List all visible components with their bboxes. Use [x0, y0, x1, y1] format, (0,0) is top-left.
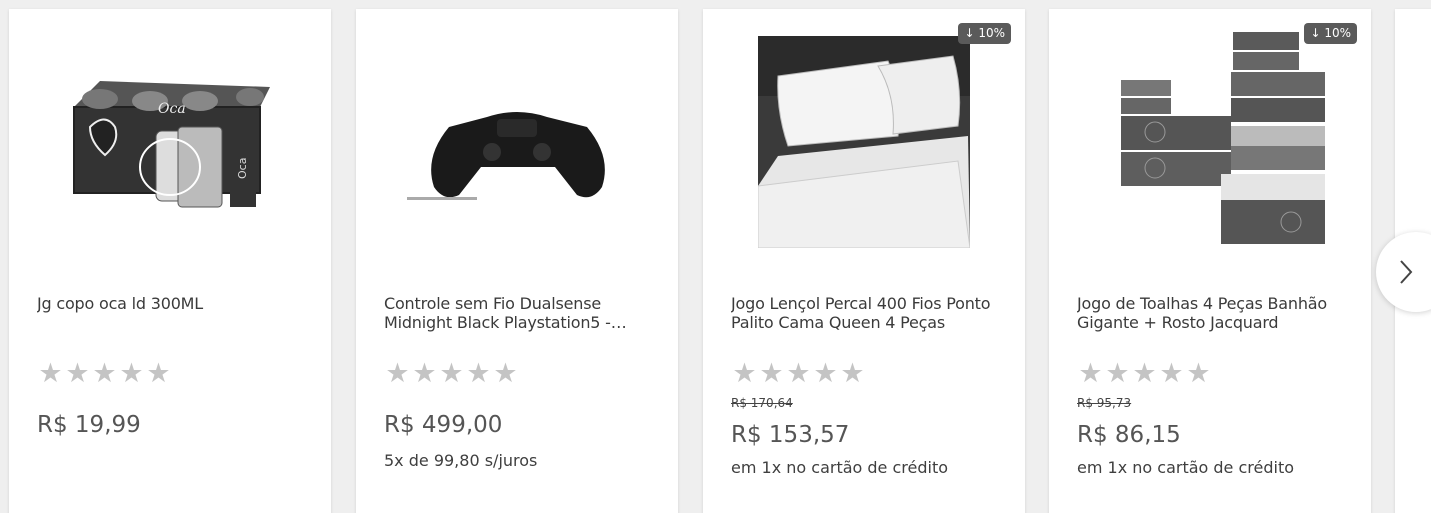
- discount-badge: ↓ 10%: [958, 23, 1011, 44]
- price: R$ 153,57: [731, 422, 850, 448]
- star-icon: ★: [493, 358, 518, 389]
- star-rating: ★ ★ ★ ★ ★: [37, 360, 172, 387]
- star-icon: ★: [412, 358, 437, 389]
- star-icon: ★: [439, 358, 464, 389]
- installments: em 1x no cartão de crédito: [1077, 458, 1295, 477]
- star-rating: ★ ★ ★ ★ ★: [731, 360, 866, 387]
- star-icon: ★: [1159, 358, 1184, 389]
- svg-text:Oca: Oca: [236, 158, 249, 179]
- product-card[interactable]: ↓ 10% Jogo Lençol Percal 400 Fios Ponto …: [703, 9, 1025, 513]
- price: R$ 86,15: [1077, 422, 1181, 448]
- star-icon: ★: [840, 358, 865, 389]
- product-title[interactable]: Jogo Lençol Percal 400 Fios Ponto Palito…: [731, 294, 999, 332]
- product-card[interactable]: ↓ 10% Jogo de Toalhas 4 Peças Banhão Gig…: [1049, 9, 1371, 513]
- star-icon: ★: [813, 358, 838, 389]
- product-image[interactable]: [723, 27, 1005, 257]
- star-icon: ★: [1132, 358, 1157, 389]
- glass-set-image: Oca Oca: [73, 81, 270, 208]
- product-image[interactable]: [1069, 27, 1351, 257]
- installments: 5x de 99,80 s/juros: [384, 451, 538, 470]
- product-carousel: Oca Oca Jg copo oca ld 300ML ★ ★ ★ ★ ★ R…: [0, 0, 1431, 513]
- star-rating: ★ ★ ★ ★ ★: [384, 360, 519, 387]
- product-title[interactable]: Jg copo oca ld 300ML: [37, 294, 305, 313]
- product-title[interactable]: Jogo de Toalhas 4 Peças Banhão Gigante +…: [1077, 294, 1345, 332]
- star-icon: ★: [146, 358, 171, 389]
- star-icon: ★: [1078, 358, 1103, 389]
- towel-set-image: [1121, 32, 1325, 244]
- installments: em 1x no cartão de crédito: [731, 458, 949, 477]
- next-button[interactable]: [1376, 232, 1431, 312]
- star-icon: ★: [38, 358, 63, 389]
- star-icon: ★: [759, 358, 784, 389]
- product-title[interactable]: Controle sem Fio Dualsense Midnight Blac…: [384, 294, 652, 332]
- star-icon: ★: [466, 358, 491, 389]
- svg-text:Oca: Oca: [158, 101, 186, 117]
- star-icon: ★: [1105, 358, 1130, 389]
- star-icon: ★: [385, 358, 410, 389]
- star-icon: ★: [119, 358, 144, 389]
- product-card[interactable]: Controle sem Fio Dualsense Midnight Blac…: [356, 9, 678, 513]
- controller-image: [407, 112, 605, 200]
- star-icon: ★: [786, 358, 811, 389]
- star-icon: ★: [65, 358, 90, 389]
- bedsheet-image: [758, 36, 970, 248]
- product-card[interactable]: Oca Oca Jg copo oca ld 300ML ★ ★ ★ ★ ★ R…: [9, 9, 331, 513]
- price: R$ 19,99: [37, 412, 141, 438]
- star-icon: ★: [92, 358, 117, 389]
- old-price: R$ 170,64: [731, 396, 793, 410]
- product-image[interactable]: [376, 27, 658, 257]
- discount-badge: ↓ 10%: [1304, 23, 1357, 44]
- star-rating: ★ ★ ★ ★ ★: [1077, 360, 1212, 387]
- star-icon: ★: [732, 358, 757, 389]
- product-image[interactable]: Oca Oca: [29, 27, 311, 257]
- old-price: R$ 95,73: [1077, 396, 1132, 410]
- price: R$ 499,00: [384, 412, 503, 438]
- chevron-right-icon: [1400, 260, 1413, 284]
- star-icon: ★: [1186, 358, 1211, 389]
